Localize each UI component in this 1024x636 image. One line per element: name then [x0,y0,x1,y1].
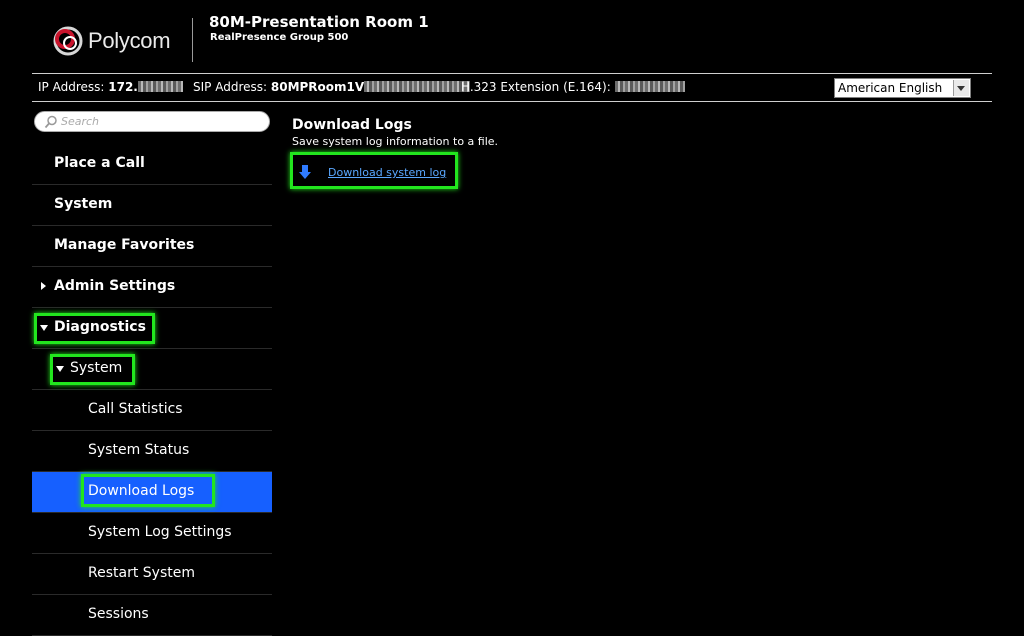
ip-address-value: 172. [108,80,138,94]
header-divider-line [32,73,992,74]
language-value: American English [838,81,943,95]
page-title: Download Logs [292,117,412,133]
sidebar-item-manage-favorites[interactable]: Manage Favorites [32,226,272,267]
polycom-logo: Polycom [52,25,171,57]
search-input[interactable]: Search [34,111,270,132]
sidebar-item-system-status[interactable]: System Status [32,431,272,472]
sidebar-item-place-a-call[interactable]: Place a Call [32,144,272,185]
sidebar-item-label: System Status [88,442,190,458]
header-divider [192,18,193,62]
sidebar-item-system-log-settings[interactable]: System Log Settings [32,513,272,554]
sip-address-label: SIP Address: [193,80,268,94]
polycom-logo-icon [53,26,83,56]
room-title: 80M-Presentation Room 1 [209,13,429,31]
sidebar-item-download-logs[interactable]: Download Logs [32,472,272,513]
h323-extension-label: H.323 Extension (E.164): [461,80,611,94]
info-bar-divider-line [32,101,992,102]
sidebar-item-restart-system[interactable]: Restart System [32,554,272,595]
sidebar-item-label: Manage Favorites [54,237,195,253]
search-placeholder: Search [61,115,100,128]
sidebar-item-system[interactable]: System [32,185,272,226]
redacted-h323 [614,81,685,92]
redacted-sip [364,81,471,92]
sidebar-item-diagnostics[interactable]: Diagnostics [32,308,272,349]
expand-arrow-icon[interactable] [41,282,46,290]
language-select[interactable]: American English [834,78,971,98]
sidebar-item-call-statistics[interactable]: Call Statistics [32,390,272,431]
sidebar-item-label: Restart System [88,565,195,581]
redacted-ip [137,81,183,92]
chevron-down-icon[interactable] [953,80,969,96]
room-subtitle: RealPresence Group 500 [210,32,349,43]
sidebar-item-admin-settings[interactable]: Admin Settings [32,267,272,308]
sidebar-item-label: System Log Settings [88,524,232,540]
download-system-log-highlight: Download system log [290,152,458,189]
sidebar-item-label: Sessions [88,606,149,622]
search-icon [44,115,57,129]
download-system-log-link[interactable]: Download system log [328,166,446,179]
ip-address-label: IP Address: [38,80,105,94]
sip-address-value: 80MPRoom1V [270,80,365,94]
sidebar-item-label: Call Statistics [88,401,183,417]
highlight-box [50,354,135,385]
sidebar-item-diagnostics-system[interactable]: System [32,349,272,390]
download-arrow-icon[interactable] [298,164,312,180]
logo-text: Polycom [88,28,171,53]
sidebar-item-label: System [54,196,113,212]
sidebar-item-label: Place a Call [54,155,145,171]
page-description: Save system log information to a file. [292,135,499,148]
highlight-box [81,474,215,507]
sidebar-nav: Place a Call System Manage Favorites Adm… [32,144,272,636]
sidebar-item-label: Admin Settings [54,278,176,294]
highlight-box [34,313,155,344]
